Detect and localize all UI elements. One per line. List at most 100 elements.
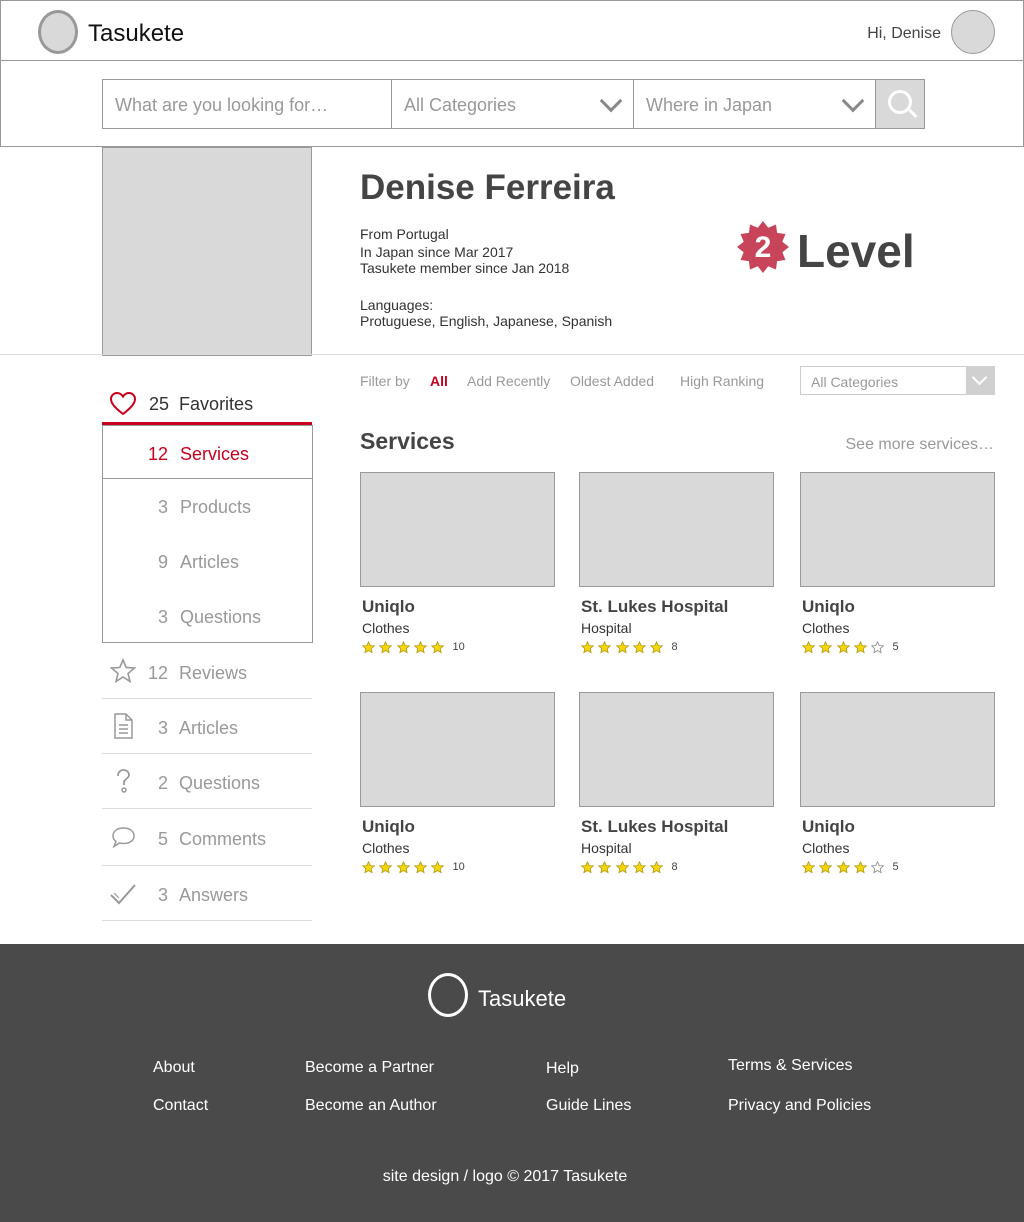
- star-filled-icon: [413, 860, 427, 874]
- footer-link-author[interactable]: Become an Author: [305, 1097, 437, 1115]
- star-filled-icon: [802, 860, 815, 874]
- sidebar-item-reviews[interactable]: 12 Reviews: [102, 644, 312, 699]
- service-card-review-count: 8: [671, 641, 678, 653]
- footer-link-terms[interactable]: Terms & Services: [728, 1057, 852, 1075]
- service-card-rating: 5: [802, 860, 899, 874]
- sidebar-subitem-services[interactable]: 12 Services: [102, 425, 313, 479]
- logo-icon[interactable]: [38, 10, 78, 54]
- sidebar-subitem-products[interactable]: 3 Products: [102, 479, 313, 535]
- footer-brand[interactable]: Tasukete: [478, 986, 566, 1012]
- star-filled-icon: [615, 640, 629, 654]
- star-filled-icon: [396, 860, 410, 874]
- star-filled-icon: [581, 640, 594, 654]
- filter-option-oldest[interactable]: Oldest Added: [570, 373, 654, 389]
- location-select[interactable]: Where in Japan: [633, 79, 876, 129]
- service-card-image[interactable]: [360, 692, 555, 807]
- service-card-image[interactable]: [579, 472, 774, 587]
- footer-link-contact[interactable]: Contact: [153, 1097, 208, 1115]
- footer-link-guidelines[interactable]: Guide Lines: [546, 1097, 631, 1115]
- level-number: 2: [755, 231, 772, 264]
- service-card-image[interactable]: [800, 472, 995, 587]
- subitem-count: 3: [157, 497, 168, 517]
- service-card-title[interactable]: Uniqlo: [802, 817, 855, 837]
- chevron-down-icon: [841, 89, 865, 113]
- footer-link-help[interactable]: Help: [546, 1060, 579, 1078]
- service-card[interactable]: St. Lukes Hospital Hospital 8: [579, 692, 774, 892]
- service-card[interactable]: Uniqlo Clothes 10: [360, 692, 555, 892]
- service-card-rating: 5: [802, 640, 899, 654]
- search-button[interactable]: [875, 79, 925, 129]
- subitem-count: 12: [147, 444, 168, 464]
- service-card[interactable]: Uniqlo Clothes 5: [800, 472, 995, 672]
- footer-link-about[interactable]: About: [153, 1059, 195, 1077]
- filter-option-ranking[interactable]: High Ranking: [680, 373, 764, 389]
- service-card-title[interactable]: Uniqlo: [362, 597, 415, 617]
- category-select[interactable]: All Categories: [391, 79, 634, 129]
- service-card-category: Hospital: [581, 840, 632, 856]
- service-card-rating: 10: [362, 640, 465, 654]
- sidebar-item-favorites[interactable]: 25 Favorites: [102, 380, 312, 426]
- item-label: Answers: [179, 885, 249, 905]
- star-filled-icon: [413, 640, 427, 654]
- service-card-category: Clothes: [362, 620, 410, 636]
- profile-name: Denise Ferreira: [360, 168, 615, 207]
- subitem-label: Questions: [180, 607, 262, 627]
- checkmark-icon: [110, 884, 136, 905]
- service-card-image[interactable]: [360, 472, 555, 587]
- favorites-count: 25: [149, 394, 170, 414]
- search-input[interactable]: What are you looking for…: [102, 79, 392, 129]
- star-filled-icon: [632, 860, 646, 874]
- sidebar-item-comments[interactable]: 5 Comments: [102, 810, 312, 866]
- star-filled-icon: [431, 640, 445, 654]
- service-card-title[interactable]: Uniqlo: [362, 817, 415, 837]
- favorites-label: Favorites: [179, 394, 254, 414]
- filter-option-recent[interactable]: Add Recently: [467, 373, 550, 389]
- service-card-title[interactable]: St. Lukes Hospital: [581, 817, 728, 837]
- star-filled-icon: [819, 640, 833, 654]
- item-label: Reviews: [179, 663, 248, 683]
- service-card[interactable]: St. Lukes Hospital Hospital 8: [579, 472, 774, 672]
- service-card[interactable]: Uniqlo Clothes 10: [360, 472, 555, 672]
- star-filled-icon: [598, 640, 612, 654]
- star-filled-icon: [431, 860, 445, 874]
- star-filled-icon: [853, 640, 867, 654]
- star-filled-icon: [615, 860, 629, 874]
- service-card[interactable]: Uniqlo Clothes 5: [800, 692, 995, 892]
- location-select-value: Where in Japan: [646, 95, 773, 115]
- sidebar-item-questions[interactable]: 2 Questions: [102, 754, 312, 809]
- brand-name[interactable]: Tasukete: [88, 20, 184, 48]
- filter-option-all[interactable]: All: [430, 373, 448, 389]
- profile-languages: Protuguese, English, Japanese, Spanish: [360, 313, 613, 329]
- star-filled-icon: [396, 640, 410, 654]
- see-more-link[interactable]: See more services…: [846, 436, 995, 454]
- service-card-review-count: 5: [892, 641, 899, 653]
- footer-copyright: site design / logo © 2017 Tasukete: [382, 1168, 628, 1185]
- sidebar-item-articles[interactable]: 3 Articles: [102, 699, 312, 754]
- item-label: Comments: [179, 829, 267, 849]
- star-filled-icon: [650, 860, 664, 874]
- service-card-title[interactable]: St. Lukes Hospital: [581, 597, 728, 617]
- star-empty-icon: [871, 640, 885, 654]
- section-title: Services: [360, 428, 455, 454]
- service-card-title[interactable]: Uniqlo: [802, 597, 855, 617]
- subitem-label: Products: [180, 497, 252, 517]
- service-card-category: Clothes: [802, 840, 850, 856]
- profile-languages-label: Languages:: [360, 297, 434, 313]
- filter-category-value: All Categories: [811, 374, 899, 390]
- item-count: 5: [157, 829, 168, 849]
- item-count: 3: [157, 885, 168, 905]
- footer-logo-icon[interactable]: [428, 973, 468, 1017]
- filter-category-select[interactable]: All Categories: [800, 366, 995, 395]
- footer-link-partner[interactable]: Become a Partner: [305, 1059, 434, 1077]
- service-card-image[interactable]: [579, 692, 774, 807]
- footer-link-privacy[interactable]: Privacy and Policies: [728, 1097, 871, 1115]
- sidebar-item-answers[interactable]: 3 Answers: [102, 866, 312, 921]
- service-card-image[interactable]: [800, 692, 995, 807]
- sidebar-subitem-articles[interactable]: 9 Articles: [102, 534, 313, 590]
- subitem-label: Services: [180, 444, 250, 464]
- service-card-review-count: 5: [892, 861, 899, 873]
- sidebar-subitem-questions[interactable]: 3 Questions: [102, 589, 313, 643]
- item-label: Questions: [179, 773, 261, 793]
- avatar[interactable]: [951, 10, 995, 54]
- star-filled-icon: [362, 640, 375, 654]
